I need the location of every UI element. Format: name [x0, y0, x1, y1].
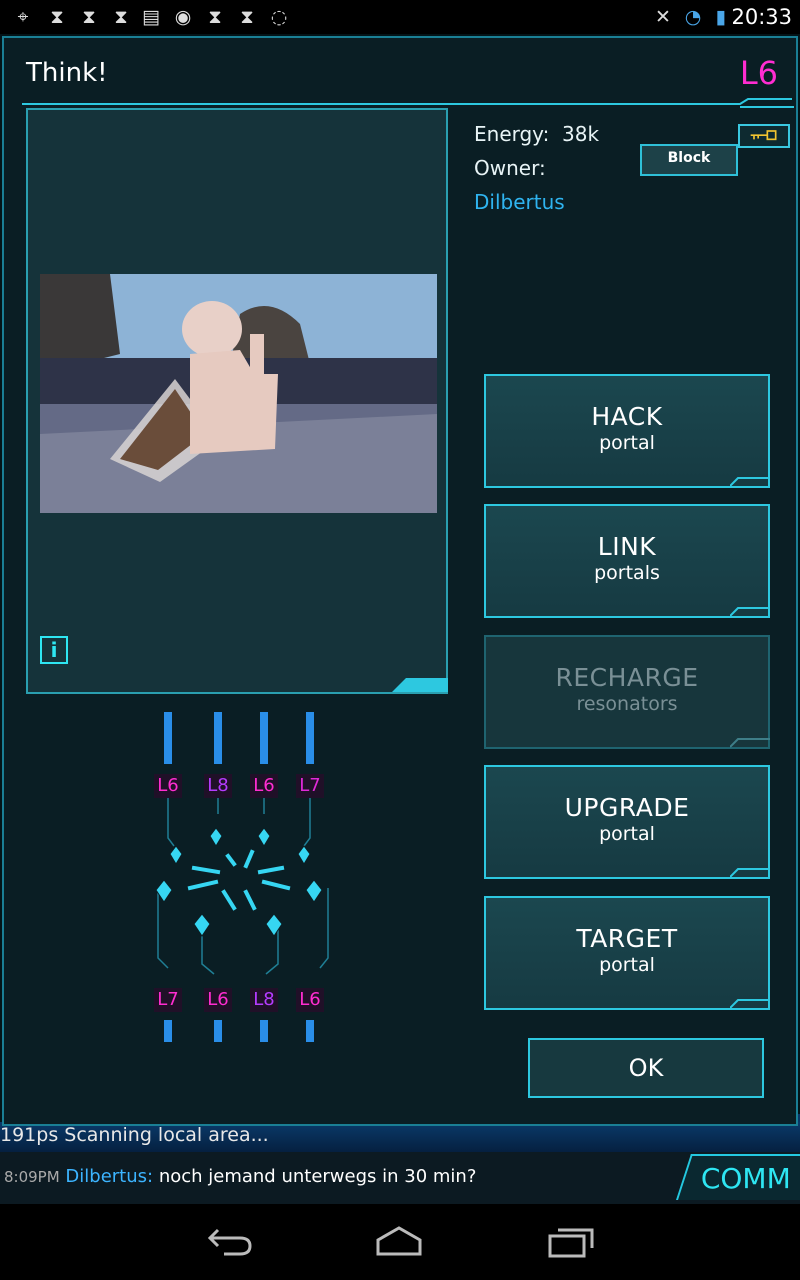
clock: 20:33 [731, 5, 792, 29]
target-sub: portal [599, 954, 655, 976]
resonator-level: L6 [250, 774, 278, 798]
hourglass-icon: ⧗ [50, 6, 64, 28]
target-label: TARGET [576, 924, 678, 953]
energy-line: Energy: 38k [474, 122, 599, 146]
link-button[interactable]: LINK portals [484, 504, 770, 618]
hourglass-icon: ⧗ [114, 6, 128, 28]
home-icon[interactable] [374, 1224, 424, 1260]
resonator-diagram[interactable]: L6 L8 L6 L7 L7 L6 L8 L6 [144, 712, 344, 1042]
resonator-energy-bar [260, 1020, 268, 1042]
resonator-energy-bar [260, 712, 268, 764]
energy-value: 38k [562, 122, 600, 146]
portal-photo[interactable] [40, 274, 437, 513]
button-corner-decoration [730, 868, 770, 878]
link-sub: portals [594, 562, 660, 584]
status-bar: ⌖ ⧗ ⧗ ⧗ ▤ ◉ ⧗ ⧗ ◌ ✕ ◔ ▮ 20:33 [0, 0, 800, 34]
recent-apps-icon[interactable] [546, 1224, 596, 1260]
portal-title: Think! [26, 58, 108, 88]
resonator-energy-bar [164, 712, 172, 764]
owner-name[interactable]: Dilbertus [474, 190, 565, 214]
comm-label: COMM [700, 1162, 791, 1195]
hourglass-icon: ⧗ [208, 6, 222, 28]
target-button[interactable]: TARGET portal [484, 896, 770, 1010]
comm-button[interactable]: COMM [676, 1154, 800, 1200]
recharge-sub: resonators [576, 693, 678, 715]
chat-text: noch jemand unterwegs in 30 min? [158, 1166, 477, 1187]
scan-text: 191ps Scanning local area... [0, 1124, 269, 1146]
link-label: LINK [597, 532, 657, 561]
resonator-energy-bar [164, 1020, 172, 1042]
block-button[interactable]: Block [640, 144, 738, 176]
wifi-icon: ◔ [684, 6, 702, 28]
hack-button[interactable]: HACK portal [484, 374, 770, 488]
button-corner-decoration [730, 607, 770, 617]
resonator-level: L8 [204, 774, 232, 798]
portal-dialog: Think! L6 i Energy: 38k Owner: Dilbertus [2, 36, 798, 1126]
resonator-level: L6 [154, 774, 182, 798]
comm-bar[interactable]: 8:09PM Dilbertus: noch jemand unterwegs … [0, 1152, 800, 1204]
hourglass-icon: ⧗ [240, 6, 254, 28]
scan-status: 191ps Scanning local area... [0, 1122, 800, 1152]
chat-icon: ▤ [142, 6, 160, 28]
resonator-level: L8 [250, 988, 278, 1012]
portal-image-panel: i [26, 108, 448, 694]
nav-bar [0, 1204, 800, 1280]
chat-time: 8:09PM [4, 1168, 60, 1186]
hack-sub: portal [599, 432, 655, 454]
resonator-level: L7 [296, 774, 324, 798]
mute-icon: ✕ [655, 6, 671, 28]
ingress-icon: ◉ [174, 6, 192, 28]
owner-label: Owner: [474, 156, 546, 180]
resonator-energy-bar [306, 712, 314, 764]
chat-user[interactable]: Dilbertus: [65, 1166, 153, 1187]
resonator-level: L7 [154, 988, 182, 1012]
key-icon[interactable] [738, 124, 790, 148]
gps-icon: ⌖ [17, 6, 29, 28]
portal-core-icon [155, 798, 329, 975]
panel-corner-decoration [392, 678, 448, 692]
resonator-level: L6 [296, 988, 324, 1012]
chat-message[interactable]: 8:09PM Dilbertus: noch jemand unterwegs … [4, 1166, 476, 1187]
resonator-energy-bar [306, 1020, 314, 1042]
upgrade-label: UPGRADE [564, 793, 690, 822]
energy-label: Energy: [474, 122, 550, 146]
button-corner-decoration [730, 477, 770, 487]
resonator-level: L6 [204, 988, 232, 1012]
resonator-energy-bar [214, 1020, 222, 1042]
back-icon[interactable] [204, 1224, 254, 1260]
recharge-button[interactable]: RECHARGE resonators [484, 635, 770, 749]
resonator-energy-bar [214, 712, 222, 764]
signal-off-icon: ◌ [270, 6, 288, 28]
button-corner-decoration [730, 738, 770, 748]
button-corner-decoration [730, 999, 770, 1009]
recharge-label: RECHARGE [555, 663, 699, 692]
ok-button[interactable]: OK [528, 1038, 764, 1098]
upgrade-sub: portal [599, 823, 655, 845]
info-button[interactable]: i [40, 636, 68, 664]
hourglass-icon: ⧗ [82, 6, 96, 28]
upgrade-button[interactable]: UPGRADE portal [484, 765, 770, 879]
battery-icon: ▮ [715, 6, 727, 28]
hack-label: HACK [591, 402, 663, 431]
portal-level: L6 [739, 54, 778, 92]
